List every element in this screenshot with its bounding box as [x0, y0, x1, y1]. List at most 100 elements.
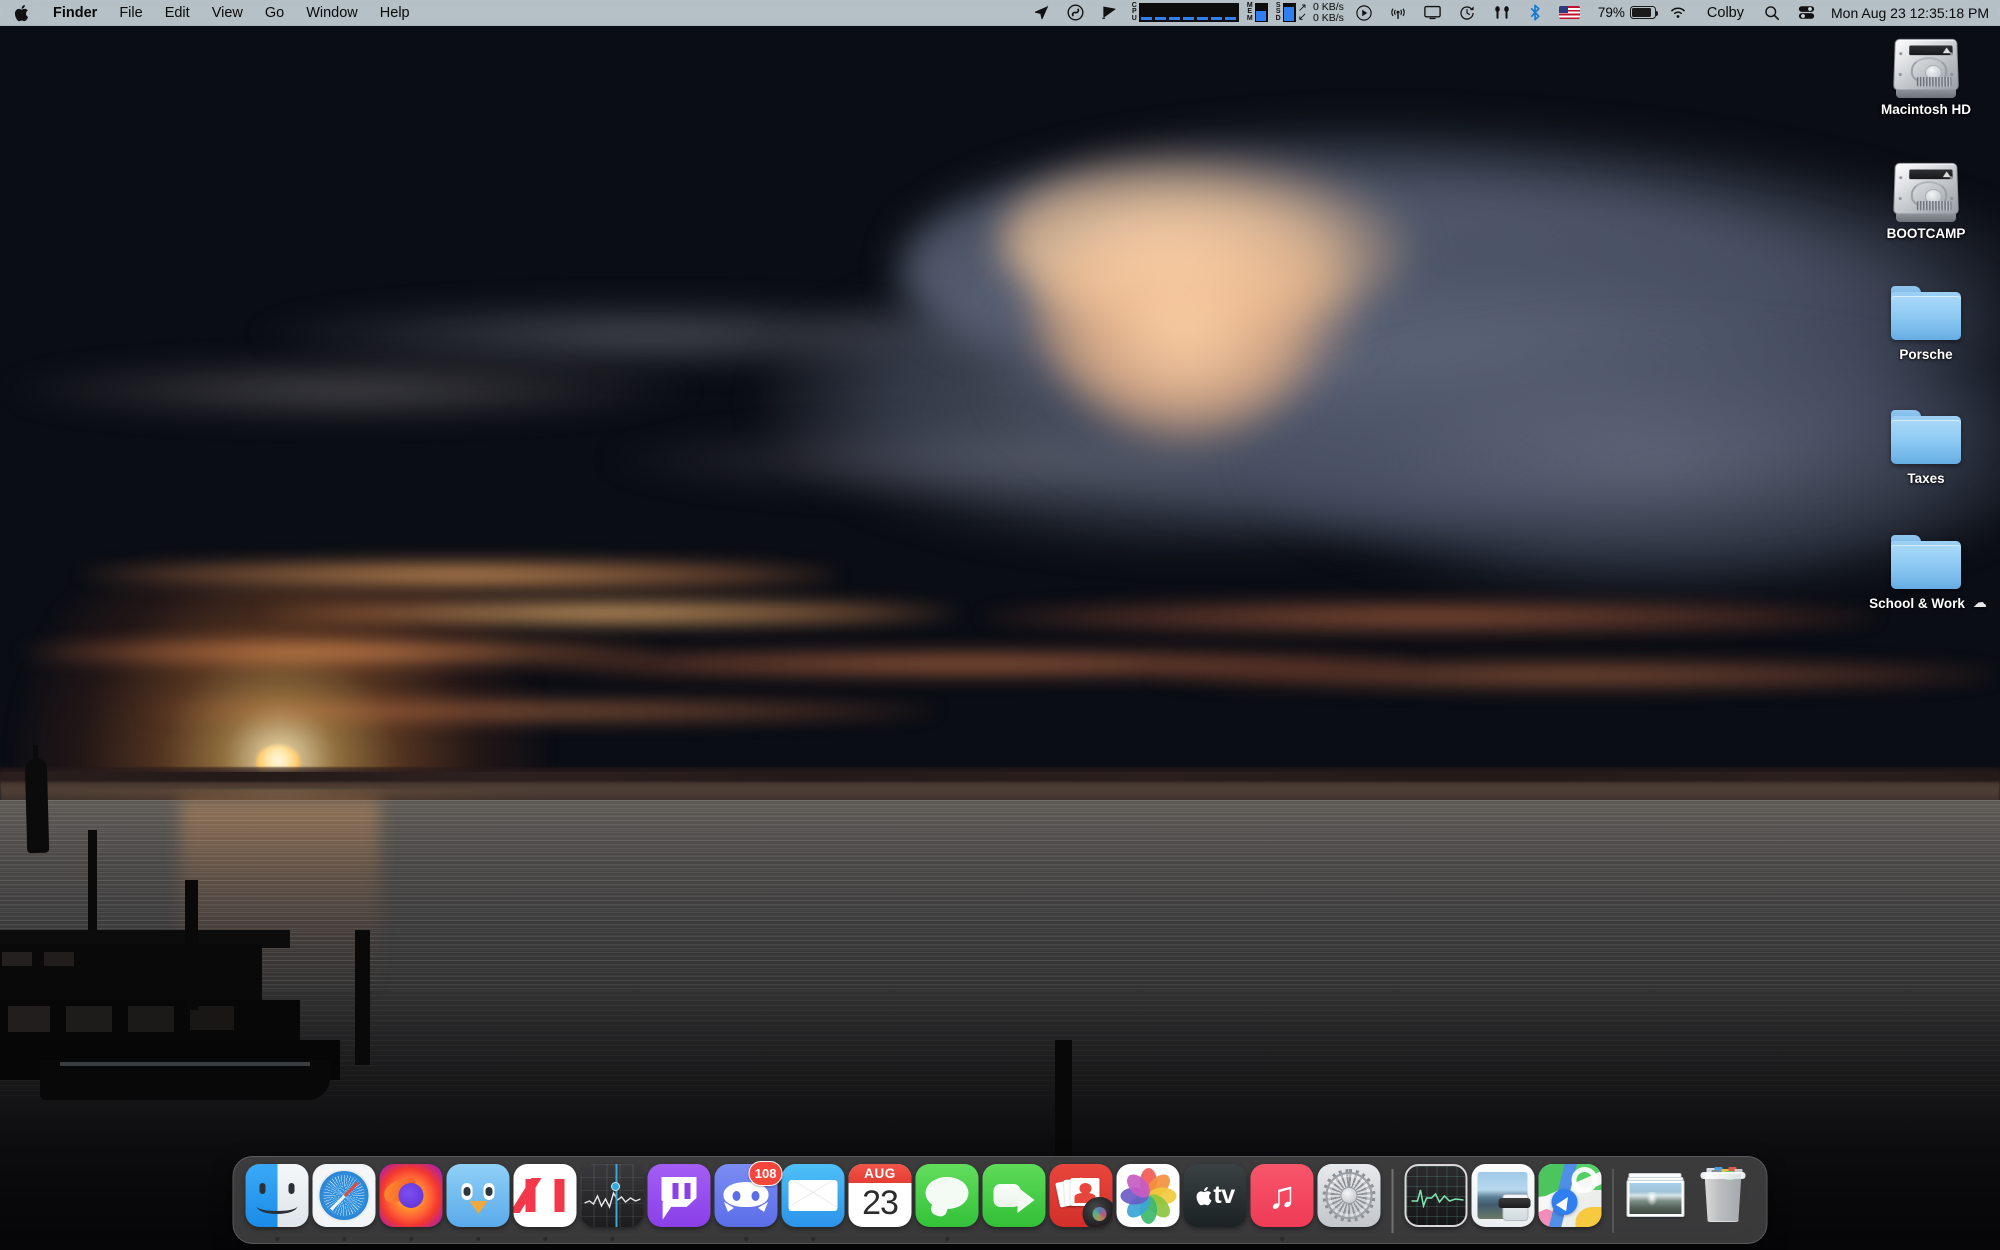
menu-bar: Finder File Edit View Go Window Help CPU: [0, 0, 2000, 26]
battery-status[interactable]: 79%: [1589, 0, 1660, 25]
dock-item-photos[interactable]: [1115, 1163, 1182, 1245]
us-flag-icon[interactable]: [1550, 0, 1589, 25]
menu-bar-status-items: CPU MEM SSD ↗ ↙ 0 KB/s 0 KB/s 79% Colby …: [1025, 0, 2000, 25]
dock-item-twitch[interactable]: [646, 1163, 713, 1245]
desktop-icon-label: Taxes: [1907, 471, 1945, 486]
ssd-label: SSD: [1275, 1, 1281, 22]
running-indicator: [475, 1236, 481, 1241]
cloud-streak: [980, 600, 1880, 634]
play-circle-icon[interactable]: [1347, 0, 1381, 25]
twitch-icon: [647, 1164, 711, 1227]
istat-ssd-widget[interactable]: SSD ↗ ↙ 0 KB/s 0 KB/s: [1271, 0, 1347, 25]
menu-view[interactable]: View: [201, 0, 254, 25]
airpods-icon[interactable]: [1484, 0, 1520, 25]
user-name[interactable]: Colby: [1696, 0, 1755, 25]
pier-gap: [44, 952, 74, 966]
desktop-icon-bootcamp[interactable]: BOOTCAMP: [1866, 160, 1986, 242]
desktop-icon-label: Macintosh HD: [1880, 102, 1971, 117]
treeline: [0, 772, 2000, 782]
dock-item-news[interactable]: [512, 1163, 579, 1245]
umbrella: [24, 757, 50, 854]
menu-finder[interactable]: Finder: [42, 0, 108, 25]
menu-file[interactable]: File: [108, 0, 153, 25]
desktop-icon-school-and-work[interactable]: School & Work ☁: [1856, 534, 1996, 612]
desktop-icon-label: Porsche: [1899, 347, 1953, 362]
dock-item-system-preferences[interactable]: [1316, 1163, 1383, 1245]
desktop-icon-macintosh-hd[interactable]: Macintosh HD: [1866, 36, 1986, 118]
location-arrow-icon[interactable]: [1025, 0, 1058, 25]
network-arrows-icon: ↗ ↙: [1297, 1, 1307, 23]
time-machine-icon[interactable]: [1450, 0, 1484, 25]
dock-item-activity-monitor[interactable]: [1402, 1163, 1469, 1245]
calendar-icon: AUG 23: [848, 1164, 912, 1227]
menu-go[interactable]: Go: [254, 0, 295, 25]
sunlit-cloud: [1060, 270, 1310, 450]
istat-memory-widget[interactable]: MEM: [1242, 0, 1271, 25]
dock-item-maps[interactable]: [1536, 1163, 1603, 1245]
mem-label: MEM: [1246, 1, 1253, 22]
running-indicator: [743, 1236, 749, 1241]
dock-divider: [1612, 1169, 1614, 1233]
dock-item-pictures-stack[interactable]: [1623, 1163, 1690, 1245]
dock-item-messages[interactable]: [914, 1163, 981, 1245]
tv-label: tv: [1213, 1181, 1235, 1209]
bluetooth-icon[interactable]: [1520, 0, 1550, 25]
pier-structure: [0, 944, 262, 1006]
airdrop-icon[interactable]: [1381, 0, 1415, 25]
messages-icon: [915, 1164, 979, 1227]
dock-item-discord[interactable]: 108: [713, 1161, 783, 1245]
adobe-creative-cloud-icon[interactable]: [1058, 0, 1093, 25]
dock-item-tweetbot[interactable]: [445, 1163, 512, 1245]
pier-gap: [66, 1006, 112, 1032]
dock-item-firefox[interactable]: [378, 1163, 445, 1245]
running-indicator: [810, 1236, 816, 1241]
dock-item-facetime[interactable]: [981, 1163, 1048, 1245]
dock-item-music[interactable]: ♫: [1249, 1163, 1316, 1245]
preview-icon: [1471, 1164, 1534, 1227]
dock-item-finder[interactable]: [244, 1163, 311, 1245]
haze-band: [0, 360, 700, 420]
control-center-icon[interactable]: [1789, 0, 1824, 25]
search-icon[interactable]: [1755, 0, 1789, 25]
tweetbot-icon: [446, 1164, 510, 1227]
apple-logo-icon[interactable]: [0, 0, 42, 25]
net-up-speed: 0 KB/s: [1312, 11, 1344, 24]
hard-drive-icon: [1888, 36, 1964, 98]
news-icon: [513, 1164, 577, 1227]
istat-cpu-widget[interactable]: CPU: [1127, 0, 1242, 25]
cpu-label: CPU: [1131, 1, 1137, 22]
dock-item-stocks[interactable]: [579, 1163, 646, 1245]
dock-item-preview[interactable]: [1469, 1163, 1536, 1245]
menu-bar-app-menus: Finder File Edit View Go Window Help: [0, 0, 421, 25]
running-indicator: [609, 1236, 615, 1241]
running-indicator: [408, 1236, 414, 1241]
dock-divider: [1391, 1169, 1393, 1233]
mail-icon: [781, 1164, 845, 1227]
menu-bar-clock[interactable]: Mon Aug 23 12:35:18 PM: [1824, 5, 1989, 21]
net-down-speed: 0 KB/s: [1312, 1, 1344, 13]
dock-item-calendar[interactable]: AUG 23: [847, 1163, 914, 1245]
screen-mirroring-icon[interactable]: [1415, 0, 1450, 25]
dock-item-tv[interactable]: tv: [1182, 1163, 1249, 1245]
dock-item-photo-booth[interactable]: [1048, 1163, 1115, 1245]
desktop-icon-taxes[interactable]: Taxes: [1866, 409, 1986, 487]
dock-item-safari[interactable]: [311, 1163, 378, 1245]
boat-rail: [60, 1062, 310, 1066]
dock-item-mail[interactable]: [780, 1163, 847, 1245]
photos-icon: [1116, 1164, 1180, 1227]
ssd-bar: [1282, 3, 1296, 22]
music-icon: ♫: [1250, 1164, 1314, 1227]
folder-icon: [1889, 534, 1963, 592]
water-ripples: [0, 800, 2000, 990]
pier-gap: [8, 1006, 50, 1032]
safari-icon: [312, 1164, 376, 1227]
desktop-icon-porsche[interactable]: Porsche: [1866, 285, 1986, 363]
menu-edit[interactable]: Edit: [154, 0, 201, 25]
running-indicator: [542, 1236, 548, 1241]
dock-item-trash[interactable]: [1690, 1163, 1757, 1245]
menu-help[interactable]: Help: [369, 0, 421, 25]
screen-capture-icon[interactable]: [1093, 0, 1127, 25]
wifi-icon[interactable]: [1660, 0, 1696, 25]
firefox-icon: [379, 1164, 443, 1227]
menu-window[interactable]: Window: [295, 0, 369, 25]
